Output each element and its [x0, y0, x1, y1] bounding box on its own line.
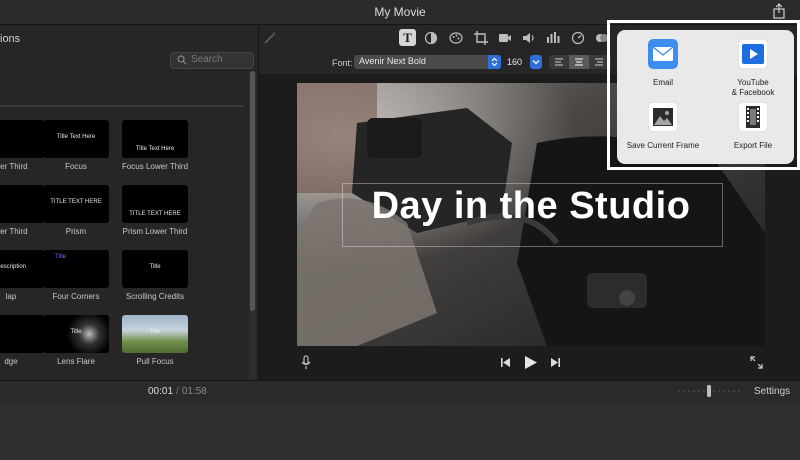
thumbnail-preview-text: Title Text Here: [135, 146, 175, 152]
crop-icon[interactable]: [474, 31, 488, 45]
align-right-button[interactable]: [589, 55, 609, 69]
title-thumbnail[interactable]: Title: [43, 250, 109, 288]
chevron-updown-icon: [488, 55, 501, 69]
microphone-icon[interactable]: [300, 355, 312, 370]
fullscreen-icon[interactable]: [750, 356, 763, 369]
timeline-zoom-slider[interactable]: [678, 384, 742, 398]
thumbnail-preview-text: Title Text Here: [56, 134, 96, 140]
title-thumbnail[interactable]: Title: [43, 315, 109, 353]
thumbnail-label: Four Corners: [52, 292, 100, 301]
stabilization-icon[interactable]: [498, 31, 512, 45]
share-email-label: Email: [652, 78, 673, 87]
play-icon[interactable]: [524, 355, 538, 370]
text-icon: T: [403, 30, 412, 45]
volume-icon[interactable]: [522, 31, 536, 45]
mail-icon: [648, 39, 678, 69]
share-save-frame-label: Save Current Frame: [626, 141, 700, 150]
thumbnail-label: Pull Focus: [136, 357, 174, 366]
settings-button[interactable]: Settings: [754, 386, 790, 397]
color-correction-icon[interactable]: [449, 31, 463, 45]
skip-back-icon[interactable]: [500, 357, 511, 368]
share-youtube-facebook-button[interactable]: YouTube & Facebook: [713, 38, 793, 98]
title-thumbnail[interactable]: Description: [0, 250, 44, 288]
title-thumbnail[interactable]: Title: [122, 315, 188, 353]
title-thumbnail[interactable]: Title Text Here: [122, 120, 188, 158]
text-alignment-group: [549, 55, 611, 69]
search-input[interactable]: Search: [170, 52, 254, 69]
noise-reduction-icon[interactable]: [546, 31, 560, 45]
thumbnail-label: Scrolling Credits: [125, 292, 185, 301]
share-icon[interactable]: [770, 3, 788, 20]
align-left-icon: [555, 58, 563, 66]
font-label: Font:: [332, 58, 353, 68]
title-thumbnail[interactable]: [0, 315, 44, 353]
align-center-icon: [575, 58, 583, 66]
time-separator: /: [176, 386, 179, 397]
titles-tool-button[interactable]: T: [399, 29, 416, 46]
share-popover: Email YouTube & Facebook Save Current Fr…: [617, 30, 794, 164]
thumbnail-preview-text: Title: [149, 329, 161, 335]
align-right-icon: [595, 58, 603, 66]
youtube-facebook-icon: [737, 38, 769, 70]
share-export-file-label: Export File: [733, 141, 773, 150]
align-left-button[interactable]: [549, 55, 569, 69]
share-youtube-facebook-label: YouTube & Facebook: [731, 78, 775, 97]
timeline-area[interactable]: [0, 403, 800, 460]
thumbnail-preview-text: Title: [70, 329, 82, 335]
font-size-dropdown[interactable]: [530, 55, 542, 69]
title-thumbnail[interactable]: Title Text Here: [43, 120, 109, 158]
thumbnail-label: Lens Flare: [57, 357, 95, 366]
title-thumbnail[interactable]: [0, 185, 44, 223]
speed-icon[interactable]: [571, 31, 585, 45]
current-time: 00:01: [148, 386, 174, 397]
title-thumbnail[interactable]: TITLE TEXT HERE: [122, 185, 188, 223]
video-title-text[interactable]: Day in the Studio: [297, 185, 765, 228]
timecode: 00:01/01:58: [148, 386, 207, 397]
chevron-down-icon: [532, 60, 540, 65]
font-select[interactable]: Avenir Next Bold: [354, 55, 501, 69]
save-frame-icon: [647, 101, 679, 133]
thumbnail-preview-text: Title: [149, 264, 161, 270]
thumbnail-preview-text: Description: [0, 264, 26, 270]
color-balance-icon[interactable]: [424, 31, 438, 45]
svg-text:T: T: [403, 30, 412, 45]
share-email-button[interactable]: Email: [623, 39, 703, 88]
thumbnail-label: Focus Lower Third: [121, 162, 189, 171]
skip-forward-icon[interactable]: [550, 357, 561, 368]
title-thumbnail[interactable]: TITLE TEXT HERE: [43, 185, 109, 223]
title-thumbnail[interactable]: [0, 120, 44, 158]
total-time: 01:58: [181, 386, 207, 397]
search-icon: [177, 55, 187, 65]
share-export-file-button[interactable]: Export File: [713, 101, 793, 151]
thumbnail-label: Focus: [65, 162, 87, 171]
font-size-value[interactable]: 160: [507, 57, 522, 67]
magic-wand-icon[interactable]: [263, 31, 277, 45]
share-save-frame-button[interactable]: Save Current Frame: [623, 101, 703, 151]
export-file-icon: [737, 101, 769, 133]
thumbnail-label: Prism: [65, 227, 87, 236]
align-center-button[interactable]: [569, 55, 589, 69]
search-placeholder: Search: [191, 54, 223, 65]
thumbnail-label: Prism Lower Third: [122, 227, 188, 236]
font-select-value: Avenir Next Bold: [359, 56, 426, 66]
title-thumbnail[interactable]: Title: [122, 250, 188, 288]
thumbnail-preview-text: TITLE TEXT HERE: [50, 199, 102, 205]
thumbnail-preview-text: TITLE TEXT HERE: [129, 211, 181, 217]
browser-scroll-thumb[interactable]: [250, 71, 255, 311]
window-title: My Movie: [374, 5, 426, 19]
browser-divider: [0, 105, 244, 107]
browser-tab-label[interactable]: ions: [0, 33, 20, 45]
thumbnail-preview-text: Title: [55, 254, 67, 260]
